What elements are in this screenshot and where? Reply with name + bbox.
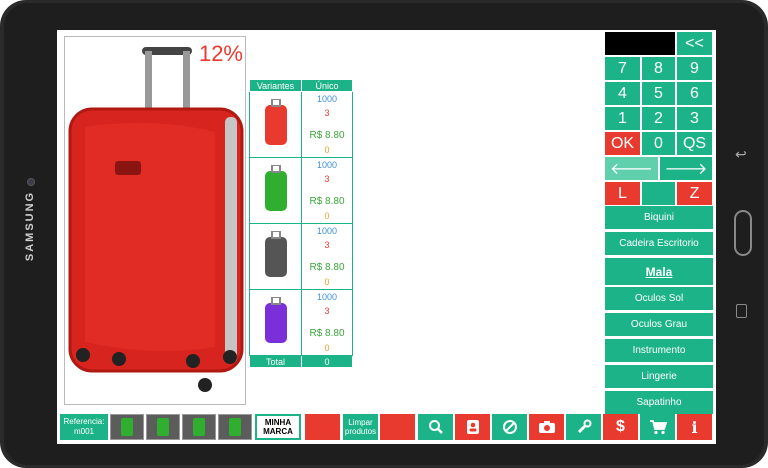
- wrench-icon[interactable]: [566, 414, 601, 440]
- app-screen: 12% Variantes Único 1000 3 R$ 8.80 0 1000 3 R$…: [57, 30, 716, 444]
- category-cadeira-escritorio[interactable]: Cadeira Escritorio: [605, 232, 713, 255]
- variant-qty: 0: [324, 277, 330, 287]
- total-label: Total: [249, 355, 302, 368]
- variant-row[interactable]: 1000 3 R$ 8.80 0: [249, 289, 353, 356]
- l-button[interactable]: L: [605, 182, 640, 205]
- variant-stock: 1000: [316, 94, 338, 104]
- variant-qty: 0: [324, 343, 330, 353]
- key-4[interactable]: 4: [605, 82, 640, 105]
- variant-count: 3: [324, 174, 330, 184]
- reference-button[interactable]: Referencia: m001: [60, 414, 108, 440]
- variants-table: Variantes Único 1000 3 R$ 8.80 0 1000 3 R$ 8.8…: [249, 79, 353, 368]
- variant-thumb-1[interactable]: [110, 414, 144, 440]
- arrow-right-icon[interactable]: 🡒: [660, 157, 712, 180]
- arrow-left-icon[interactable]: 🡐: [605, 157, 658, 180]
- info-icon[interactable]: i: [677, 414, 712, 440]
- search-icon[interactable]: [418, 414, 453, 440]
- cancel-icon[interactable]: [492, 414, 527, 440]
- ok-button[interactable]: OK: [605, 132, 640, 155]
- category-oculos-sol[interactable]: Oculos Sol: [605, 287, 713, 310]
- discount-badge: 12%: [198, 41, 243, 66]
- variant-row[interactable]: 1000 3 R$ 8.80 0: [249, 91, 353, 158]
- variant-price: R$ 8.80: [309, 196, 345, 207]
- brand-button[interactable]: MINHA MARCA: [255, 414, 301, 440]
- key-5[interactable]: 5: [642, 82, 675, 105]
- variant-image[interactable]: [249, 157, 302, 224]
- variant-values[interactable]: 1000 3 R$ 8.80 0: [301, 157, 353, 224]
- variant-qty: 0: [324, 211, 330, 221]
- variant-values[interactable]: 1000 3 R$ 8.80 0: [301, 91, 353, 158]
- variant-price: R$ 8.80: [309, 130, 345, 141]
- category-sapatinho[interactable]: Sapatinho: [605, 391, 713, 414]
- variant-price: R$ 8.80: [309, 262, 345, 273]
- category-biquini[interactable]: Biquini: [605, 206, 713, 229]
- variant-image[interactable]: [249, 289, 302, 356]
- variant-image[interactable]: [249, 223, 302, 290]
- col-header-unique: Único: [301, 79, 353, 92]
- blank-key[interactable]: [642, 182, 675, 205]
- key-3[interactable]: 3: [677, 107, 712, 130]
- key-6[interactable]: 6: [677, 82, 712, 105]
- front-camera: [27, 178, 35, 186]
- suitcase-image: [68, 47, 244, 392]
- home-hardware-button[interactable]: [734, 210, 752, 256]
- blank-red-button-2[interactable]: [380, 414, 415, 440]
- variant-count: 3: [324, 240, 330, 250]
- category-mala[interactable]: Mala: [605, 258, 713, 285]
- variant-values[interactable]: 1000 3 R$ 8.80 0: [301, 289, 353, 356]
- cart-icon[interactable]: [640, 414, 675, 440]
- variant-values[interactable]: 1000 3 R$ 8.80 0: [301, 223, 353, 290]
- variant-row[interactable]: 1000 3 R$ 8.80 0: [249, 223, 353, 290]
- key-2[interactable]: 2: [642, 107, 675, 130]
- variant-thumb-4[interactable]: [218, 414, 252, 440]
- key-7[interactable]: 7: [605, 57, 640, 80]
- clear-products-button[interactable]: Limpar produtos: [343, 414, 378, 440]
- keypad-display: [605, 32, 675, 55]
- product-main-image[interactable]: 12%: [64, 36, 246, 405]
- variant-stock: 1000: [316, 226, 338, 236]
- category-instrumento[interactable]: Instrumento: [605, 339, 713, 362]
- variant-image[interactable]: [249, 91, 302, 158]
- camera-icon[interactable]: [529, 414, 564, 440]
- contact-book-icon[interactable]: [455, 414, 490, 440]
- samsung-logo: SAMSUNG: [24, 190, 36, 262]
- category-oculos-grau[interactable]: Oculos Grau: [605, 313, 713, 336]
- variant-stock: 1000: [316, 160, 338, 170]
- total-value: 0: [301, 355, 353, 368]
- key-9[interactable]: 9: [677, 57, 712, 80]
- recent-apps-icon[interactable]: [736, 304, 747, 318]
- col-header-variants: Variantes: [249, 79, 302, 92]
- z-button[interactable]: Z: [677, 182, 712, 205]
- variant-qty: 0: [324, 145, 330, 155]
- qs-button[interactable]: QS: [677, 132, 712, 155]
- category-lingerie[interactable]: Lingerie: [605, 365, 713, 388]
- dollar-icon[interactable]: $: [603, 414, 638, 440]
- blank-red-button[interactable]: [305, 414, 340, 440]
- variant-count: 3: [324, 306, 330, 316]
- variant-thumb-3[interactable]: [182, 414, 216, 440]
- backspace-button[interactable]: <<: [677, 32, 712, 55]
- variant-row[interactable]: 1000 3 R$ 8.80 0: [249, 157, 353, 224]
- variant-count: 3: [324, 108, 330, 118]
- key-0[interactable]: 0: [642, 132, 675, 155]
- variant-thumb-2[interactable]: [146, 414, 180, 440]
- back-hardware-icon[interactable]: ↩: [735, 146, 747, 163]
- key-1[interactable]: 1: [605, 107, 640, 130]
- variant-price: R$ 8.80: [309, 328, 345, 339]
- key-8[interactable]: 8: [642, 57, 675, 80]
- variant-stock: 1000: [316, 292, 338, 302]
